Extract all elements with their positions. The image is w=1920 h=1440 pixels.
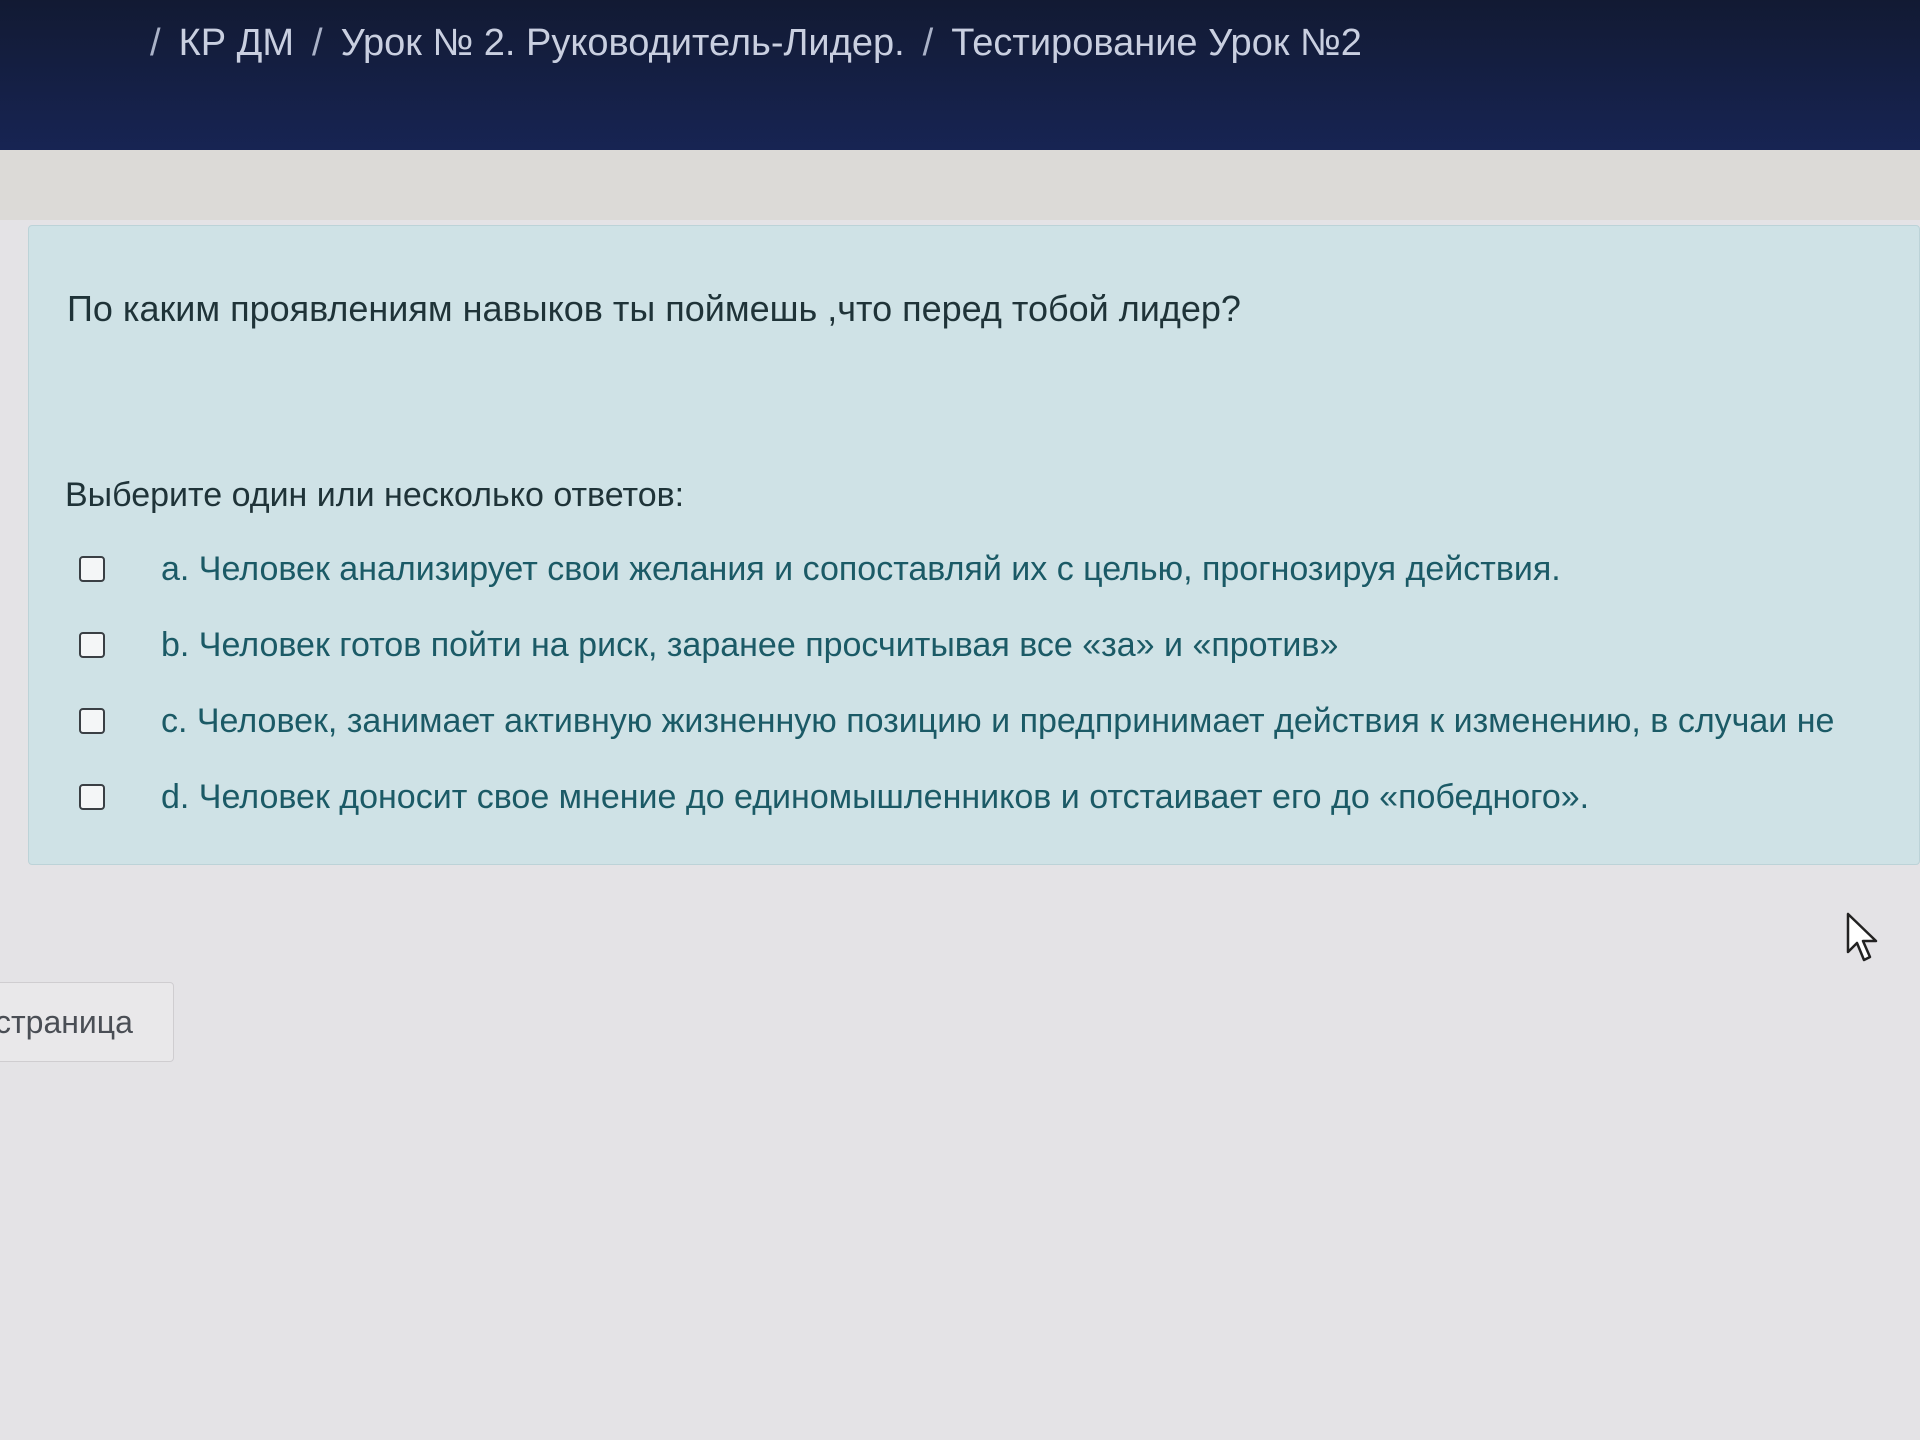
breadcrumb-separator: / (922, 22, 934, 64)
question-card: По каким проявлениям навыков ты поймешь … (28, 225, 1920, 865)
answer-list: a. Человек анализирует свои желания и со… (79, 531, 1909, 835)
breadcrumb: / КР ДМ / Урок № 2. Руководитель-Лидер. … (150, 22, 1380, 65)
mouse-pointer-icon (1846, 912, 1878, 962)
breadcrumb-item-quiz[interactable]: Тестирование Урок №2 (951, 22, 1362, 65)
breadcrumb-separator: / (312, 22, 323, 64)
answer-option-c: c. Человек, занимает активную жизненную … (79, 683, 1909, 759)
answer-option-d: d. Человек доносит свое мнение до едином… (79, 759, 1909, 835)
answer-c-label[interactable]: c. Человек, занимает активную жизненную … (161, 702, 1834, 741)
breadcrumb-item-course[interactable]: КР ДМ (179, 22, 294, 65)
answer-b-label[interactable]: b. Человек готов пойти на риск, заранее … (161, 626, 1338, 665)
answer-option-b: b. Человек готов пойти на риск, заранее … (79, 607, 1909, 683)
answer-a-label[interactable]: a. Человек анализирует свои желания и со… (161, 550, 1561, 589)
answer-a-checkbox[interactable] (79, 556, 105, 582)
answer-c-checkbox[interactable] (79, 708, 105, 734)
answer-b-checkbox[interactable] (79, 632, 105, 658)
answer-d-checkbox[interactable] (79, 784, 105, 810)
page-header-band (0, 150, 1920, 220)
question-text: По каким проявлениям навыков ты поймешь … (67, 288, 1241, 329)
breadcrumb-separator: / (150, 22, 161, 64)
answer-d-label[interactable]: d. Человек доносит свое мнение до едином… (161, 778, 1589, 817)
header-bar: / КР ДМ / Урок № 2. Руководитель-Лидер. … (0, 0, 1920, 150)
answer-prompt: Выберите один или несколько ответов: (65, 476, 685, 514)
breadcrumb-item-lesson[interactable]: Урок № 2. Руководитель-Лидер. (341, 22, 905, 65)
answer-option-a: a. Человек анализирует свои желания и со… (79, 531, 1909, 607)
page-navigation-button[interactable]: страница (0, 982, 174, 1062)
